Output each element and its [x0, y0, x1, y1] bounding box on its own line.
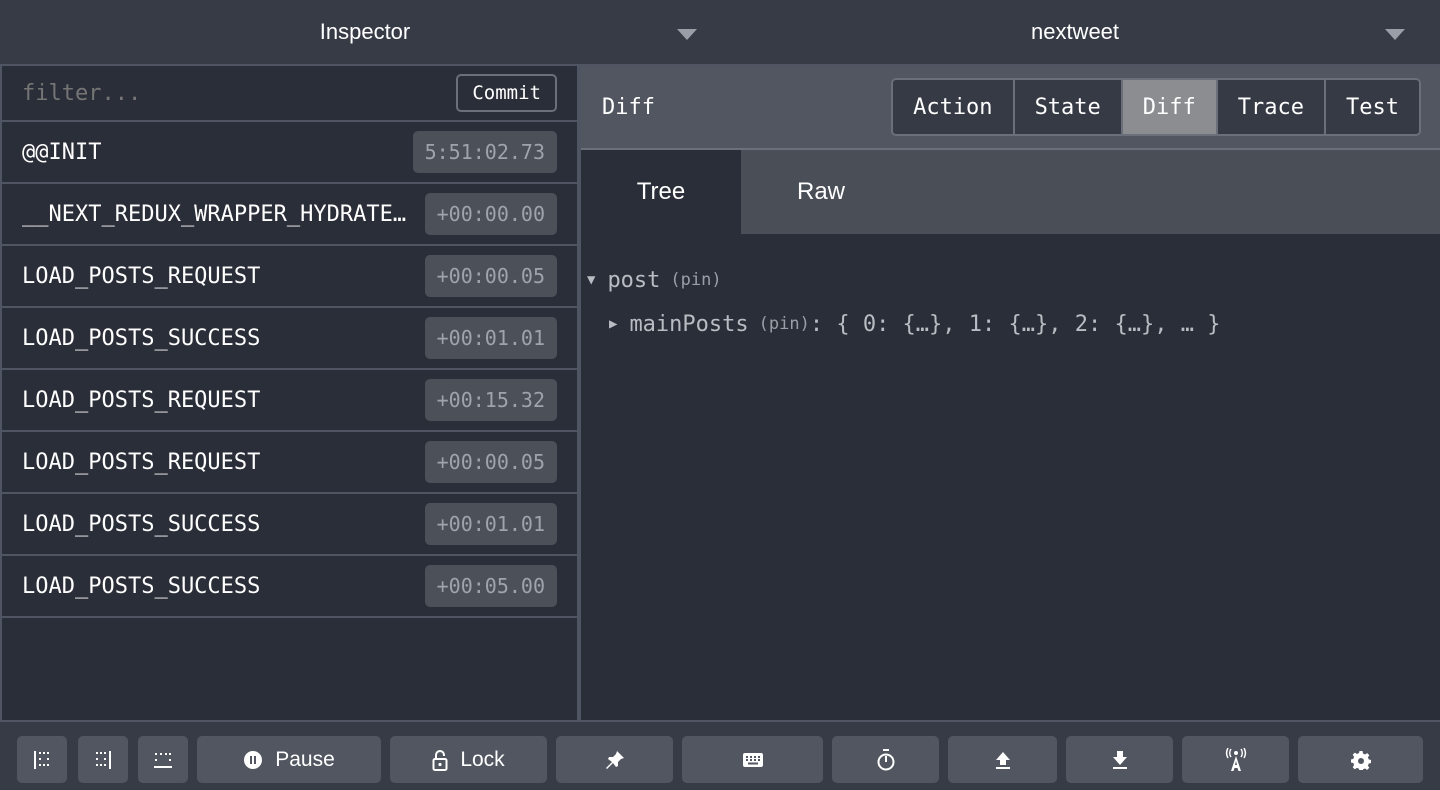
action-name: @@INIT: [22, 139, 102, 165]
action-timestamp[interactable]: +00:00.05: [424, 255, 557, 297]
remote-button[interactable]: [1182, 736, 1289, 783]
dock-left-icon: [34, 750, 49, 769]
action-timestamp[interactable]: +00:00.05: [424, 441, 557, 483]
top-bar: Inspector nextweet: [0, 0, 1440, 66]
dock-right-icon: [96, 750, 111, 769]
upload-icon: [995, 751, 1010, 769]
pause-label: Pause: [275, 747, 335, 771]
action-list-item[interactable]: LOAD_POSTS_SUCCESS +00:05.00: [2, 556, 577, 618]
commit-button[interactable]: Commit: [456, 74, 557, 112]
bottom-toolbar: Pause Lock: [0, 720, 1440, 790]
unlock-icon: [432, 749, 448, 771]
action-list-item[interactable]: LOAD_POSTS_REQUEST +00:00.05: [2, 246, 577, 308]
action-name: __NEXT_REDUX_WRAPPER_HYDRATE__: [22, 201, 417, 227]
stopwatch-icon: [877, 748, 894, 770]
action-list-item[interactable]: LOAD_POSTS_SUCCESS +00:01.01: [2, 494, 577, 556]
slider-button[interactable]: [832, 736, 939, 783]
export-button[interactable]: [1066, 736, 1173, 783]
pause-icon: [244, 750, 263, 769]
dock-right-button[interactable]: [78, 736, 128, 783]
action-list-item[interactable]: @@INIT 5:51:02.73: [2, 122, 577, 184]
action-list-item[interactable]: __NEXT_REDUX_WRAPPER_HYDRATE__ +00:00.00: [2, 184, 577, 246]
action-timestamp[interactable]: +00:00.00: [424, 193, 557, 235]
node-value: : { 0: {…}, 1: {…}, 2: {…}, … }: [809, 311, 1221, 337]
lock-label: Lock: [460, 747, 505, 771]
chevron-down-icon[interactable]: [1385, 29, 1405, 40]
tab-raw[interactable]: Raw: [741, 150, 901, 234]
pin-button[interactable]: (pin): [759, 314, 810, 334]
dock-bottom-button[interactable]: [138, 736, 188, 783]
broadcast-tower-icon: [1225, 747, 1246, 771]
action-list-item[interactable]: LOAD_POSTS_REQUEST +00:00.05: [2, 432, 577, 494]
tab-state[interactable]: State: [1012, 80, 1121, 134]
filter-input[interactable]: [22, 80, 457, 106]
action-name: LOAD_POSTS_REQUEST: [22, 449, 261, 475]
monitor-select[interactable]: Inspector: [0, 0, 730, 64]
persist-button[interactable]: [556, 736, 673, 783]
dispatcher-button[interactable]: [682, 736, 823, 783]
detail-title: Diff: [602, 94, 655, 120]
import-button[interactable]: [948, 736, 1057, 783]
dock-left-button[interactable]: [17, 736, 67, 783]
detail-tabs: Action State Diff Trace Test: [891, 78, 1421, 136]
settings-button[interactable]: [1298, 736, 1423, 783]
action-timestamp[interactable]: +00:15.32: [424, 379, 557, 421]
gear-icon: [1350, 750, 1371, 770]
pause-button[interactable]: Pause: [197, 736, 381, 783]
lock-button[interactable]: Lock: [390, 736, 547, 783]
pin-button[interactable]: (pin): [670, 270, 721, 290]
action-list-panel: Commit @@INIT 5:51:02.73 __NEXT_REDUX_WRAP…: [0, 66, 577, 720]
action-name: LOAD_POSTS_SUCCESS: [22, 573, 261, 599]
action-timestamp[interactable]: 5:51:02.73: [412, 131, 557, 173]
tree-node-post[interactable]: ▼ post (pin): [587, 258, 1434, 302]
pin-icon: [605, 750, 624, 769]
dock-bottom-icon: [154, 752, 172, 768]
chevron-down-icon[interactable]: [677, 29, 697, 40]
detail-panel: Diff Action State Diff Trace Test Tree R…: [581, 66, 1440, 720]
filter-bar: Commit: [2, 66, 577, 122]
tab-trace[interactable]: Trace: [1215, 80, 1325, 134]
tab-diff[interactable]: Diff: [1120, 80, 1216, 134]
action-name: LOAD_POSTS_REQUEST: [22, 263, 261, 289]
action-name: LOAD_POSTS_SUCCESS: [22, 511, 261, 537]
tab-test[interactable]: Test: [1324, 80, 1419, 134]
action-name: LOAD_POSTS_SUCCESS: [22, 325, 261, 351]
tab-action[interactable]: Action: [893, 80, 1013, 134]
node-key: mainPosts: [629, 311, 749, 337]
expanded-arrow-icon[interactable]: ▼: [587, 272, 595, 288]
node-key: post: [607, 267, 661, 293]
collapsed-arrow-icon[interactable]: ▶: [609, 316, 617, 332]
instance-select[interactable]: nextweet: [730, 0, 1420, 64]
view-tabs: Tree Raw: [581, 150, 1440, 234]
action-list-item[interactable]: LOAD_POSTS_SUCCESS +00:01.01: [2, 308, 577, 370]
tab-tree[interactable]: Tree: [581, 150, 741, 234]
diff-tree: ▼ post (pin) ▶ mainPosts (pin) : { 0: {……: [581, 234, 1440, 370]
tree-node-mainposts[interactable]: ▶ mainPosts (pin) : { 0: {…}, 1: {…}, 2:…: [587, 302, 1434, 346]
action-list-item[interactable]: LOAD_POSTS_REQUEST +00:15.32: [2, 370, 577, 432]
instance-select-label: nextweet: [1030, 19, 1120, 44]
action-timestamp[interactable]: +00:05.00: [424, 565, 557, 607]
monitor-select-label: Inspector: [319, 19, 411, 44]
action-timestamp[interactable]: +00:01.01: [424, 503, 557, 545]
action-timestamp[interactable]: +00:01.01: [424, 317, 557, 359]
action-name: LOAD_POSTS_REQUEST: [22, 387, 261, 413]
download-icon: [1112, 750, 1127, 769]
keyboard-icon: [742, 752, 763, 767]
